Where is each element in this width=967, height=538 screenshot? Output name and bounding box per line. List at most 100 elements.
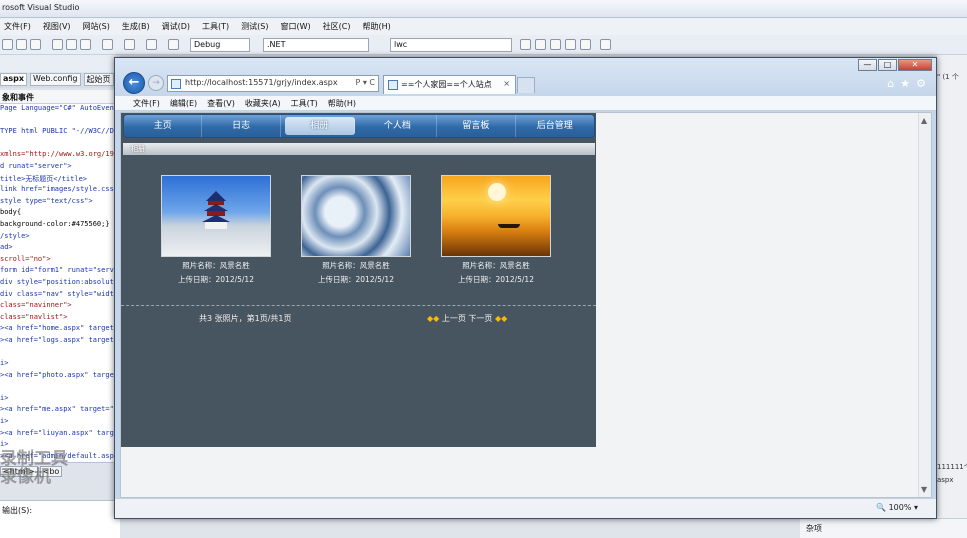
zoom-level[interactable]: 🔍 100% ▾ — [876, 503, 918, 512]
vs-menu-item[interactable]: 调试(D) — [162, 21, 190, 32]
maximize-button[interactable]: □ — [878, 59, 897, 71]
config-select[interactable]: Debug — [190, 38, 250, 52]
tab-start-page[interactable]: 起始页 — [83, 73, 114, 86]
properties-icon[interactable] — [535, 39, 546, 50]
redo-icon[interactable] — [124, 39, 135, 50]
ie-status-bar: 🔍 100% ▾ — [115, 498, 936, 518]
vs-menu-item[interactable]: 视图(V) — [43, 21, 71, 32]
nav-item[interactable]: 后台管理 — [516, 115, 594, 137]
nav-forward-icon[interactable] — [168, 39, 179, 50]
watermark-line-1: 录制工具 — [0, 449, 68, 469]
tab-title: ==个人家园==个人站点 — [401, 80, 492, 89]
vs-menu-item[interactable]: 帮助(H) — [362, 21, 390, 32]
address-controls[interactable]: P ▾ C — [355, 78, 375, 87]
dashed-divider — [121, 305, 596, 306]
last-page-arrow-icon[interactable]: ◆◆ — [495, 314, 507, 323]
ie-menu-item[interactable]: 文件(F) — [133, 98, 160, 109]
toolbox-icon[interactable] — [565, 39, 576, 50]
photo-temple-of-heaven[interactable] — [161, 175, 271, 257]
vs-menu-item[interactable]: 社区(C) — [323, 21, 351, 32]
photo-sunset-boat[interactable] — [441, 175, 551, 257]
platform-select[interactable]: .NET — [263, 38, 369, 52]
new-tab-button[interactable] — [517, 77, 535, 93]
vertical-scrollbar[interactable]: ▲ ▼ — [918, 113, 931, 497]
favorites-star-icon[interactable]: ★ — [900, 77, 910, 90]
vs-menu-bar: 文件(F) 视图(V) 网站(S) 生成(B) 调试(D) 工具(T) 测试(S) 窗口(W)… — [0, 18, 967, 35]
code-line: d runat="server"> — [0, 161, 72, 170]
code-line: xmlns="http://www.w3.org/19 — [0, 150, 114, 159]
copy-icon[interactable] — [66, 39, 77, 50]
scroll-up-icon[interactable]: ▲ — [921, 116, 927, 125]
nav-item[interactable]: 留言板 — [437, 115, 516, 137]
page-viewport: 主页 日志 相册 个人档 留言板 后台管理 相册 照片名称：风景名胜 上传日期：… — [120, 112, 932, 498]
navigate-icon[interactable] — [146, 39, 157, 50]
undo-icon[interactable] — [102, 39, 113, 50]
paste-icon[interactable] — [80, 39, 91, 50]
code-line: i> — [0, 393, 9, 402]
tab-aspx[interactable]: aspx — [0, 73, 28, 86]
vs-menu-item[interactable]: 网站(S) — [83, 21, 110, 32]
vs-menu-item[interactable]: 测试(S) — [241, 21, 268, 32]
photo-card[interactable]: 照片名称：风景名胜 上传日期：2012/5/12 — [441, 175, 551, 285]
code-line: ><a href="home.aspx" target= — [0, 324, 118, 333]
ie-menu-item[interactable]: 查看(V) — [207, 98, 235, 109]
nav-item[interactable]: 个人档 — [359, 115, 438, 137]
scroll-down-icon[interactable]: ▼ — [921, 485, 927, 494]
vs-menu-item[interactable]: 工具(T) — [202, 21, 229, 32]
back-button[interactable]: ← — [123, 72, 145, 94]
site-body: 主页 日志 相册 个人档 留言板 后台管理 相册 照片名称：风景名胜 上传日期：… — [121, 113, 596, 447]
vs-menu-item[interactable]: 窗口(W) — [281, 21, 311, 32]
find-combo[interactable]: lwc — [390, 38, 512, 52]
prev-page-link[interactable]: 上一页 — [442, 314, 466, 323]
first-page-arrow-icon[interactable]: ◆◆ — [427, 314, 439, 323]
ie-menu-item[interactable]: 帮助(H) — [328, 98, 356, 109]
tab-close-icon[interactable]: × — [503, 79, 510, 88]
vs-object-event-bar[interactable]: 象和事件 — [0, 90, 120, 104]
home-icon[interactable]: ⌂ — [887, 77, 894, 90]
forward-button[interactable]: → — [148, 75, 164, 91]
open-file-icon[interactable] — [16, 39, 27, 50]
new-project-icon[interactable] — [2, 39, 13, 50]
pager: 共3 张照片，第1页/共1页 ◆◆ 上一页 下一页 ◆◆ — [121, 313, 596, 327]
solution-explorer-icon[interactable] — [520, 39, 531, 50]
tab-web-config[interactable]: Web.config — [30, 73, 81, 86]
photo-card[interactable]: 照片名称：风景名胜 上传日期：2012/5/12 — [301, 175, 411, 285]
code-line: ><a href="me.aspx" target="m — [0, 405, 118, 414]
vs-title: rosoft Visual Studio — [2, 3, 80, 12]
tools-gear-icon[interactable]: ⚙ — [916, 77, 926, 90]
output-label: 输出(S): — [2, 506, 33, 515]
address-url: http://localhost:15571/grjy/index.aspx — [185, 78, 338, 87]
object-browser-icon[interactable] — [550, 39, 561, 50]
start-page-icon[interactable] — [580, 39, 591, 50]
code-editor[interactable]: Page Language="C#" AutoEventW TYPE html P… — [0, 104, 118, 462]
vs-menu-item[interactable]: 文件(F) — [4, 21, 31, 32]
nav-item[interactable]: 相册 — [284, 117, 355, 135]
photo-snow-mountains[interactable] — [301, 175, 411, 257]
ie-chrome: — □ ✕ ← → http://localhost:15571/grjy/in… — [115, 58, 936, 96]
cut-icon[interactable] — [52, 39, 63, 50]
code-line: scroll="no"> — [0, 254, 51, 263]
ie-menu-item[interactable]: 编辑(E) — [170, 98, 197, 109]
close-button[interactable]: ✕ — [898, 59, 932, 71]
browser-tab[interactable]: ==个人家园==个人站点 × — [383, 75, 516, 94]
ie-menu-item[interactable]: 工具(T) — [291, 98, 318, 109]
address-bar[interactable]: http://localhost:15571/grjy/index.aspx P… — [167, 75, 379, 92]
code-line: div class="nav" style="width — [0, 289, 118, 298]
photo-name: 照片名称：风景名胜 — [182, 261, 250, 270]
nav-item[interactable]: 日志 — [202, 115, 281, 137]
code-line: link href="images/style.css" — [0, 185, 118, 194]
minimize-button[interactable]: — — [858, 59, 877, 71]
photo-card[interactable]: 照片名称：风景名胜 上传日期：2012/5/12 — [161, 175, 271, 285]
nav-item[interactable]: 主页 — [124, 115, 203, 137]
vs-menu-item[interactable]: 生成(B) — [122, 21, 150, 32]
code-line: ><a href="photo.aspx" target — [0, 370, 118, 379]
save-icon[interactable] — [30, 39, 41, 50]
window-layout-icon[interactable] — [600, 39, 611, 50]
code-line: form id="form1" runat="server — [0, 266, 118, 275]
ie-menu-item[interactable]: 收藏夹(A) — [245, 98, 281, 109]
code-line: background-color:#475560;} — [0, 219, 110, 228]
next-page-link[interactable]: 下一页 — [468, 314, 492, 323]
photo-date: 上传日期：2012/5/12 — [458, 275, 534, 284]
